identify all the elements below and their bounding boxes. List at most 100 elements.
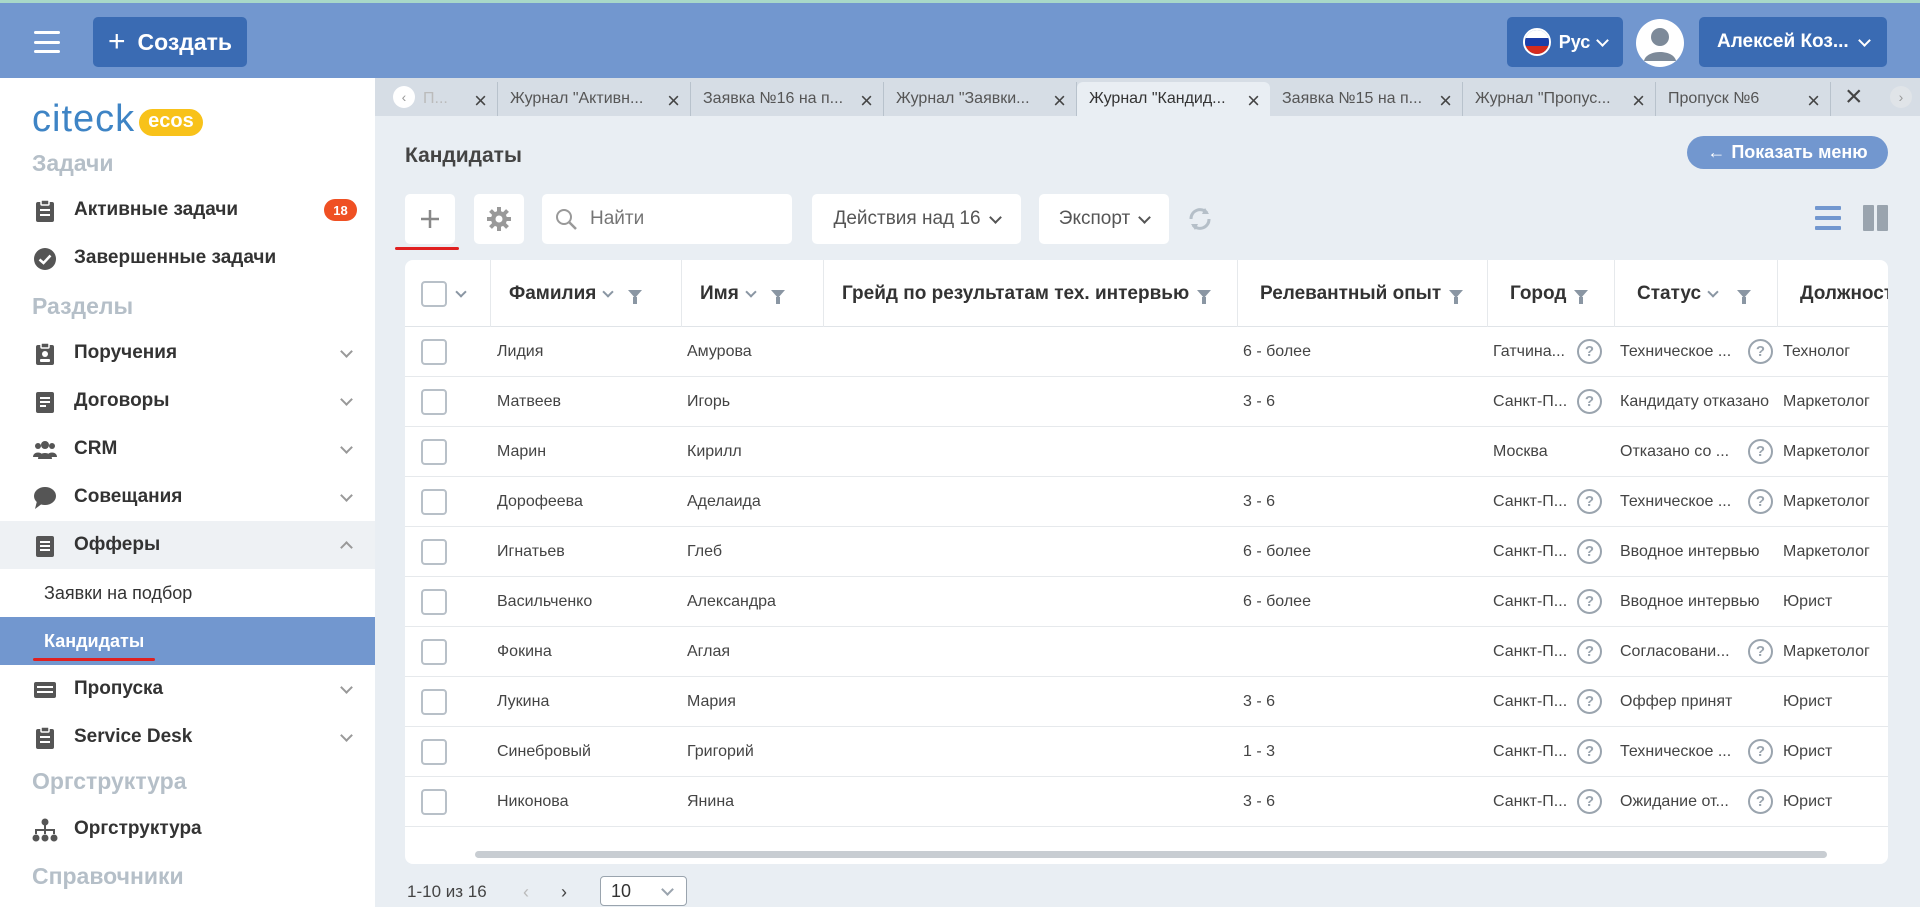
tab-item[interactable]: Журнал "Активн... × [498, 82, 691, 116]
user-menu-button[interactable]: Алексей Коз... [1699, 17, 1887, 67]
filter-icon[interactable] [1197, 289, 1212, 304]
sidebar-item-offers[interactable]: Офферы [0, 521, 375, 569]
page-size-select[interactable]: 10 [600, 876, 687, 906]
tabs-scroll-left-icon[interactable]: ‹ [393, 86, 415, 108]
filter-icon[interactable] [770, 289, 785, 304]
close-icon[interactable]: × [667, 88, 680, 114]
sidebar-item-service-desk[interactable]: Service Desk [0, 713, 375, 761]
row-checkbox[interactable] [421, 689, 447, 715]
question-circle-icon[interactable]: ? [1577, 639, 1602, 664]
question-circle-icon[interactable]: ? [1577, 789, 1602, 814]
chevron-down-icon[interactable] [455, 285, 467, 298]
question-circle-icon[interactable]: ? [1577, 489, 1602, 514]
question-circle-icon[interactable]: ? [1577, 739, 1602, 764]
question-circle-icon[interactable]: ? [1748, 789, 1773, 814]
close-all-tabs-icon[interactable]: × [1845, 80, 1863, 114]
tab-item-active[interactable]: Журнал "Кандид... × [1077, 82, 1270, 116]
sort-chevron-icon[interactable] [1707, 285, 1719, 298]
question-circle-icon[interactable]: ? [1748, 489, 1773, 514]
tab-item[interactable]: Журнал "Заявки... × [884, 82, 1077, 116]
table-row[interactable]: Лукина Мария 3 - 6 Санкт-П...? Оффер принят Ю… [405, 677, 1888, 727]
table-row[interactable]: Лидия Амурова 6 - более Гатчина...? Техничес… [405, 327, 1888, 377]
sidebar-subitem-candidates[interactable]: Кандидаты [0, 617, 375, 665]
row-checkbox[interactable] [421, 589, 447, 615]
hamburger-menu-icon[interactable] [34, 31, 60, 53]
sidebar-item-crm[interactable]: CRM [0, 425, 375, 473]
search-input[interactable] [590, 208, 780, 230]
filter-icon[interactable] [1574, 289, 1589, 304]
question-circle-icon[interactable]: ? [1577, 589, 1602, 614]
select-all-column[interactable] [405, 260, 490, 327]
list-view-icon[interactable] [1815, 204, 1841, 232]
tab-item[interactable]: Заявка №16 на п... × [691, 82, 884, 116]
settings-button[interactable] [474, 194, 524, 244]
table-row[interactable]: Марин Кирилл Москва Отказано со ...? Маркето… [405, 427, 1888, 477]
sidebar-item-assignments[interactable]: Поручения [0, 329, 375, 377]
row-checkbox[interactable] [421, 339, 447, 365]
sidebar-item-passes[interactable]: Пропуска [0, 665, 375, 713]
tabs-scroll-right-icon[interactable]: › [1890, 86, 1912, 108]
table-row[interactable]: Матвеев Игорь 3 - 6 Санкт-П...? Кандидату от… [405, 377, 1888, 427]
question-circle-icon[interactable]: ? [1748, 339, 1773, 364]
row-checkbox[interactable] [421, 789, 447, 815]
table-row[interactable]: Никонова Янина 3 - 6 Санкт-П...? Ожидание от… [405, 777, 1888, 827]
tab-item[interactable]: Заявка №15 на п... × [1270, 82, 1463, 116]
row-checkbox[interactable] [421, 489, 447, 515]
close-icon[interactable]: × [860, 88, 873, 114]
create-button[interactable]: + Создать [93, 17, 247, 67]
column-header-experience[interactable]: Релевантный опыт [1237, 260, 1487, 327]
horizontal-scrollbar[interactable] [475, 851, 1827, 858]
next-page-icon[interactable]: › [561, 882, 567, 903]
column-header-position[interactable]: Должност [1777, 260, 1888, 327]
language-selector[interactable]: Рус [1507, 17, 1623, 67]
row-checkbox[interactable] [421, 639, 447, 665]
row-checkbox[interactable] [421, 389, 447, 415]
add-record-button[interactable] [405, 194, 455, 244]
search-box[interactable] [542, 194, 792, 244]
filter-icon[interactable] [628, 289, 643, 304]
show-menu-button[interactable]: ← Показать меню [1687, 136, 1888, 169]
sidebar-item-contracts[interactable]: Договоры [0, 377, 375, 425]
sidebar-item-active-tasks[interactable]: Активные задачи 18 [0, 186, 375, 234]
prev-page-icon[interactable]: ‹ [523, 882, 529, 903]
select-all-checkbox[interactable] [421, 280, 447, 307]
table-row[interactable]: Синебровый Григорий 1 - 3 Санкт-П...? Технич… [405, 727, 1888, 777]
column-header-firstname[interactable]: Имя [681, 260, 823, 327]
table-row[interactable]: Васильченко Александра 6 - более Санкт-П...… [405, 577, 1888, 627]
refresh-icon[interactable] [1185, 204, 1215, 234]
question-circle-icon[interactable]: ? [1748, 739, 1773, 764]
user-avatar-icon[interactable] [1636, 19, 1684, 67]
row-checkbox[interactable] [421, 439, 447, 465]
question-circle-icon[interactable]: ? [1748, 639, 1773, 664]
column-header-city[interactable]: Город [1487, 260, 1614, 327]
close-icon[interactable]: × [1053, 88, 1066, 114]
tab-item[interactable]: Пропуск №6 × [1656, 82, 1831, 116]
question-circle-icon[interactable]: ? [1577, 539, 1602, 564]
column-header-status[interactable]: Статус [1614, 260, 1777, 327]
sort-chevron-icon[interactable] [745, 285, 757, 298]
sidebar-item-orgstructure[interactable]: Оргструктура [0, 805, 375, 853]
table-row[interactable]: Дорофеева Аделаида 3 - 6 Санкт-П...? Техниче… [405, 477, 1888, 527]
row-checkbox[interactable] [421, 539, 447, 565]
tab-item[interactable]: П... × [419, 82, 498, 116]
question-circle-icon[interactable]: ? [1577, 389, 1602, 414]
sort-chevron-icon[interactable] [602, 285, 615, 298]
close-icon[interactable]: × [1632, 88, 1645, 114]
filter-icon[interactable] [1449, 289, 1464, 304]
filter-icon[interactable] [1737, 289, 1752, 304]
export-dropdown[interactable]: Экспорт [1039, 194, 1169, 244]
column-header-grade[interactable]: Грейд по результатам тех. интервью [823, 260, 1237, 327]
tab-item[interactable]: Журнал "Пропус... × [1463, 82, 1656, 116]
close-icon[interactable]: × [1807, 88, 1820, 114]
column-header-lastname[interactable]: Фамилия [490, 260, 681, 327]
close-icon[interactable]: × [474, 88, 487, 114]
question-circle-icon[interactable]: ? [1577, 339, 1602, 364]
question-circle-icon[interactable]: ? [1748, 439, 1773, 464]
question-circle-icon[interactable]: ? [1577, 689, 1602, 714]
citeck-logo[interactable]: citeck ecos [32, 98, 203, 141]
close-icon[interactable]: × [1247, 88, 1260, 114]
sidebar-item-completed-tasks[interactable]: Завершенные задачи [0, 234, 375, 282]
sidebar-item-meetings[interactable]: Совещания [0, 473, 375, 521]
table-row[interactable]: Игнатьев Глеб 6 - более Санкт-П...? Вводное … [405, 527, 1888, 577]
preview-view-icon[interactable] [1863, 204, 1889, 232]
